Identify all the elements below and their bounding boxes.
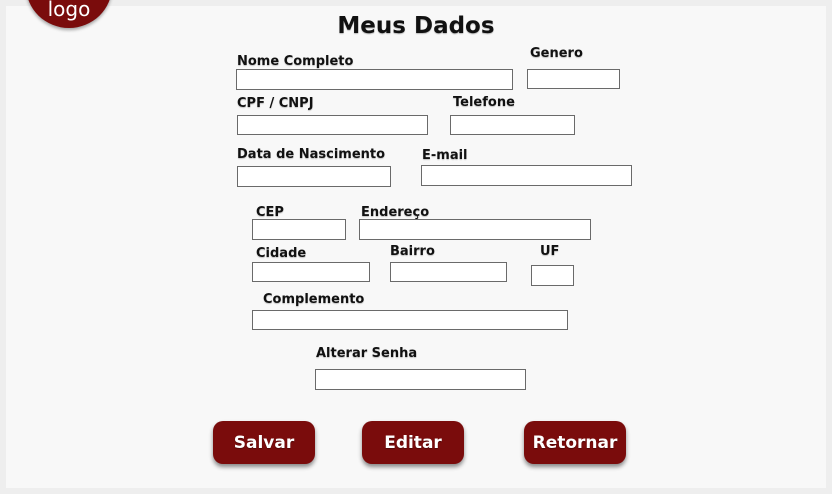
alterar-senha-label: Alterar Senha: [316, 346, 418, 361]
retornar-button[interactable]: Retornar: [524, 421, 626, 464]
data-nascimento-input[interactable]: [237, 166, 391, 187]
editar-button[interactable]: Editar: [362, 421, 464, 464]
cidade-label: Cidade: [256, 246, 307, 261]
cep-input[interactable]: [252, 219, 346, 240]
genero-input[interactable]: [527, 69, 620, 89]
data-nascimento-label: Data de Nascimento: [237, 147, 386, 162]
uf-input[interactable]: [531, 265, 574, 286]
complemento-input[interactable]: [252, 310, 568, 330]
genero-label: Genero: [530, 46, 583, 61]
nome-completo-label: Nome Completo: [237, 54, 354, 69]
alterar-senha-input[interactable]: [315, 369, 526, 390]
page-title: Meus Dados: [337, 13, 495, 39]
cpf-cnpj-label: CPF / CNPJ: [237, 96, 314, 111]
cpf-cnpj-input[interactable]: [237, 115, 428, 135]
nome-completo-input[interactable]: [236, 69, 513, 90]
uf-label: UF: [540, 244, 560, 259]
bairro-label: Bairro: [390, 244, 435, 259]
page-canvas: logo Meus Dados Nome Completo Genero CPF…: [0, 0, 832, 494]
endereco-input[interactable]: [359, 219, 591, 240]
endereco-label: Endereço: [361, 205, 430, 220]
cidade-input[interactable]: [252, 262, 370, 282]
cep-label: CEP: [256, 205, 284, 220]
telefone-input[interactable]: [450, 115, 575, 135]
salvar-button[interactable]: Salvar: [213, 421, 315, 464]
complemento-label: Complemento: [263, 292, 365, 307]
email-label: E-mail: [422, 148, 468, 163]
bairro-input[interactable]: [390, 262, 507, 282]
telefone-label: Telefone: [453, 95, 515, 110]
email-input[interactable]: [421, 165, 632, 186]
